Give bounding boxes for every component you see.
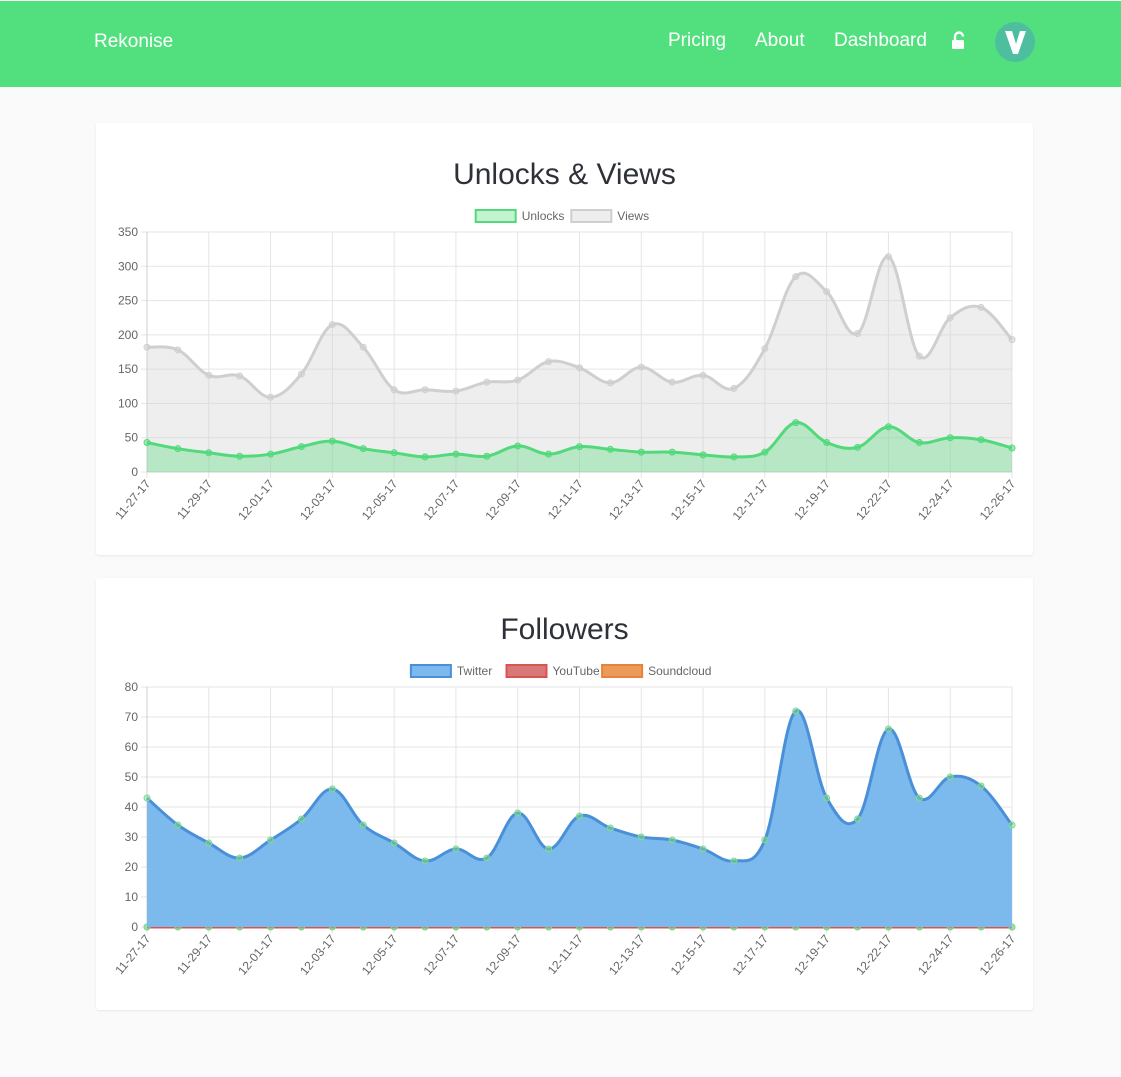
data-point (730, 857, 738, 865)
data-point (884, 725, 892, 733)
y-tick-label: 0 (131, 920, 138, 934)
x-tick-label: 12-22-17 (853, 932, 895, 978)
y-tick-label: 40 (125, 800, 139, 814)
y-tick-label: 50 (125, 770, 139, 784)
data-point (946, 773, 954, 781)
data-point (606, 824, 614, 832)
data-point (1008, 821, 1016, 829)
data-point (977, 782, 985, 790)
legend-swatch (601, 664, 644, 678)
x-tick-label: 12-05-17 (359, 932, 401, 978)
data-point (915, 794, 923, 802)
data-point (267, 836, 275, 844)
data-point (576, 812, 583, 820)
x-tick-label: 12-03-17 (297, 932, 339, 978)
x-tick-label: 12-11-17 (545, 932, 586, 977)
legend-label: Soundcloud (648, 664, 711, 678)
data-point (328, 785, 336, 793)
x-tick-label: 12-15-17 (668, 932, 710, 978)
data-point (545, 845, 553, 853)
y-tick-label: 70 (125, 710, 139, 724)
data-point (699, 845, 707, 853)
legend-swatch (409, 664, 452, 678)
data-point (854, 815, 862, 823)
data-point (421, 857, 429, 865)
x-tick-label: 12-01-17 (235, 932, 277, 978)
data-point (514, 809, 522, 817)
x-tick-label: 12-17-17 (730, 932, 772, 978)
followers-chart: 0 10 20 30 40 50 60 70 80 11-27-17 11-29-17 12-01-1… (112, 664, 1019, 978)
data-point (297, 815, 305, 823)
x-tick-label: 12-19-17 (791, 932, 833, 978)
data-point (205, 839, 213, 847)
data-point (823, 794, 831, 802)
data-point (637, 833, 645, 841)
data-point (761, 836, 769, 844)
y-tick-label: 20 (125, 860, 139, 874)
y-tick-label: 10 (125, 890, 139, 904)
data-point (452, 845, 460, 853)
x-tick-label: 11-29-17 (174, 932, 215, 977)
data-point (143, 794, 151, 802)
x-tick-label: 12-07-17 (421, 932, 463, 978)
data-point (174, 821, 182, 829)
x-tick-label: 12-09-17 (482, 932, 524, 978)
x-tick-label: 11-27-17 (112, 932, 153, 977)
legend-label: Twitter (457, 664, 492, 678)
legend-label: YouTube (553, 664, 600, 678)
data-point (359, 821, 367, 829)
data-point (668, 836, 676, 844)
x-tick-label: 12-24-17 (915, 932, 957, 978)
legend-swatch (505, 664, 548, 678)
y-tick-label: 60 (125, 740, 139, 754)
x-tick-label: 12-26-17 (977, 932, 1019, 978)
x-tick-label: 12-13-17 (606, 932, 648, 978)
data-point (483, 854, 491, 862)
data-point (236, 854, 244, 862)
data-point (792, 707, 800, 715)
y-tick-label: 80 (125, 680, 139, 694)
data-point (390, 839, 398, 847)
y-tick-label: 30 (125, 830, 139, 844)
